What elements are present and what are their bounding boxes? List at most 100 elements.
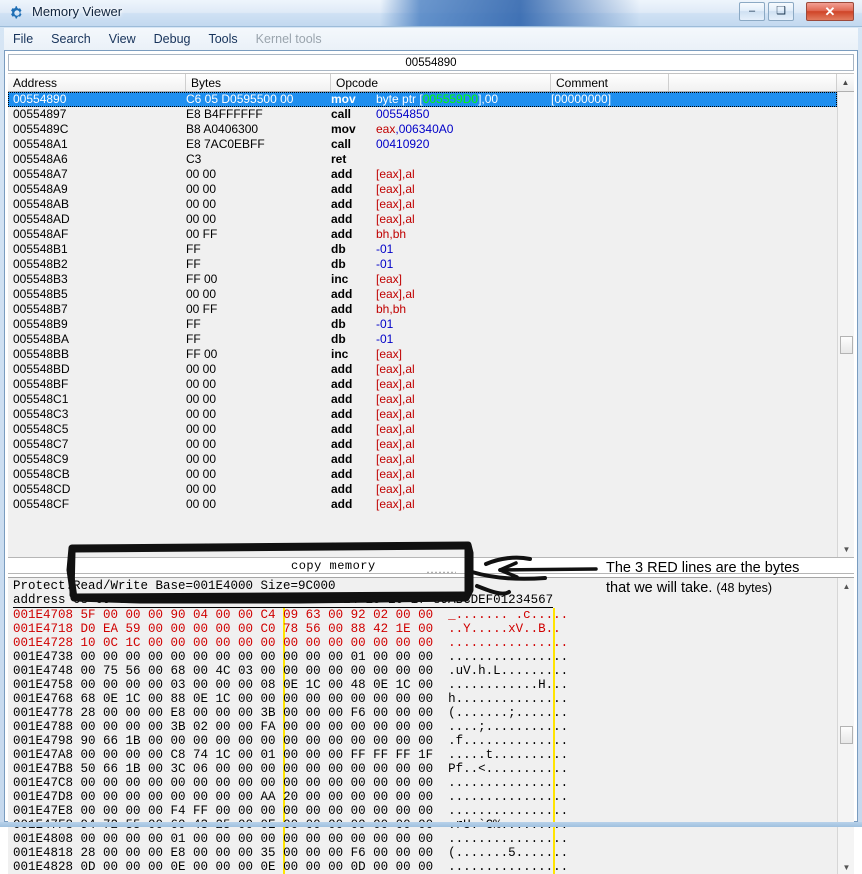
hex-row-ascii: ................ [448, 650, 569, 664]
disassembly-bytes: 00 00 [186, 212, 217, 226]
hex-row[interactable]: 001E4748 00 75 56 00 68 00 4C 03 00 00 0… [13, 664, 568, 678]
disassembly-comment [551, 257, 837, 272]
hex-row[interactable]: 001E47C8 00 00 00 00 00 00 00 00 00 00 0… [13, 776, 568, 790]
hex-row[interactable]: 001E4818 28 00 00 00 E8 00 00 00 35 00 0… [13, 846, 568, 860]
hex-row[interactable]: 001E47B8 50 66 1B 00 3C 06 00 00 00 00 0… [13, 762, 568, 776]
disassembly-row[interactable]: 005548B5 00 00 add [eax],al [8, 287, 837, 302]
disassembly-row[interactable]: 005548CF 00 00 add [eax],al [8, 497, 837, 512]
hex-row[interactable]: 001E4798 90 66 1B 00 00 00 00 00 00 00 0… [13, 734, 568, 748]
hex-row[interactable]: 001E4738 00 00 00 00 00 00 00 00 00 00 0… [13, 650, 568, 664]
disassembly-row[interactable]: 005548A7 00 00 add [eax],al [8, 167, 837, 182]
disassembly-row[interactable]: 005548BA FF db -01 [8, 332, 837, 347]
disassembly-operands: [eax] [376, 347, 403, 361]
hex-row[interactable]: 001E4808 00 00 00 00 01 00 00 00 00 00 0… [13, 832, 568, 846]
disassembly-row[interactable]: 005548A9 00 00 add [eax],al [8, 182, 837, 197]
column-header-address[interactable]: Address [8, 74, 186, 91]
disassembly-bytes: 00 00 [186, 467, 217, 481]
maximize-button[interactable]: ❑ [768, 2, 794, 21]
disassembly-row[interactable]: 005548C1 00 00 add [eax],al [8, 392, 837, 407]
disassembly-operands: -01 [376, 257, 394, 271]
disassembly-scrollbar[interactable]: ▼ [837, 92, 854, 557]
hex-row[interactable]: 001E47E8 00 00 00 00 F4 FF 00 00 00 00 0… [13, 804, 568, 818]
disassembly-mnemonic: add [331, 362, 353, 376]
disassembly-row[interactable]: 005548CB 00 00 add [eax],al [8, 467, 837, 482]
hex-scrollbar[interactable]: ▲ ▼ [837, 578, 854, 874]
menu-item-debug[interactable]: Debug [145, 30, 200, 48]
menu-item-file[interactable]: File [4, 30, 42, 48]
hex-row[interactable]: 001E47A8 00 00 00 00 C8 74 1C 00 01 00 0… [13, 748, 568, 762]
disassembly-comment [551, 467, 837, 482]
disassembly-address: 005548BD [13, 362, 70, 376]
disassembly-bytes: 00 FF [186, 227, 218, 241]
disassembly-row[interactable]: 005548B9 FF db -01 [8, 317, 837, 332]
hex-row[interactable]: 001E4728 10 0C 1C 00 00 00 00 00 00 00 0… [13, 636, 568, 650]
disassembly-address: 005548BB [13, 347, 70, 361]
column-header-bytes[interactable]: Bytes [186, 74, 331, 91]
disassembly-row[interactable]: 0055489C B8 A0406300 mov eax,006340A0 [8, 122, 837, 137]
column-header-comment[interactable]: Comment [551, 74, 669, 91]
menu-item-search[interactable]: Search [42, 30, 100, 48]
hex-scrollbar-thumb[interactable] [840, 726, 853, 744]
disassembly-row[interactable]: 005548BD 00 00 add [eax],al [8, 362, 837, 377]
hex-row[interactable]: 001E4788 00 00 00 00 3B 02 00 00 FA 00 0… [13, 720, 568, 734]
scroll-up-arrow-icon[interactable]: ▲ [836, 74, 854, 91]
disassembly-bytes: 00 00 [186, 197, 217, 211]
disassembly-address: 005548B1 [13, 242, 68, 256]
disassembly-bytes: E8 B4FFFFFF [186, 107, 263, 121]
disassembly-row[interactable]: 005548AB 00 00 add [eax],al [8, 197, 837, 212]
hex-row-bytes: 00 00 00 00 00 00 00 00 AA 20 00 00 00 0… [80, 790, 434, 804]
disassembly-row[interactable]: 005548B2 FF db -01 [8, 257, 837, 272]
hex-row[interactable]: 001E4768 68 0E 1C 00 88 0E 1C 00 00 00 0… [13, 692, 568, 706]
disassembly-row[interactable]: 005548C3 00 00 add [eax],al [8, 407, 837, 422]
client-area: 00554890 Address Bytes Opcode Comment ▲ … [4, 50, 858, 874]
disassembly-mnemonic: mov [331, 122, 356, 136]
column-header-extra[interactable] [669, 74, 854, 91]
disassembly-row[interactable]: 005548C5 00 00 add [eax],al [8, 422, 837, 437]
disassembly-row[interactable]: 005548A1 E8 7AC0EBFF call 00410920 [8, 137, 837, 152]
close-button[interactable]: ✕ [806, 2, 854, 21]
disassembly-comment [551, 377, 837, 392]
disassembly-row[interactable]: 005548B7 00 FF add bh,bh [8, 302, 837, 317]
disassembly-list[interactable]: 00554890 C6 05 D0595500 00 mov byte ptr [00… [8, 92, 854, 557]
disassembly-row[interactable]: 005548BB FF 00 inc [eax] [8, 347, 837, 362]
disassembly-row[interactable]: 005548A6 C3 ret [8, 152, 837, 167]
disassembly-address: 005548BA [13, 332, 70, 346]
address-bar-value: 00554890 [405, 56, 457, 69]
disassembly-row[interactable]: 005548C7 00 00 add [eax],al [8, 437, 837, 452]
copy-memory-label[interactable]: copy memory [291, 559, 376, 573]
hex-row[interactable]: 001E4718 D0 EA 59 00 00 00 00 00 C0 78 5… [13, 622, 568, 636]
hex-dump-panel[interactable]: Protect:Read/Write Base=001E4000 Size=9C… [8, 577, 854, 874]
disassembly-operands: [eax],al [376, 197, 415, 211]
menu-item-view[interactable]: View [100, 30, 145, 48]
disassembly-row[interactable]: 005548B3 FF 00 inc [eax] [8, 272, 837, 287]
column-header-opcode[interactable]: Opcode [331, 74, 551, 91]
disassembly-row[interactable]: 005548AD 00 00 add [eax],al [8, 212, 837, 227]
hex-row[interactable]: 001E4708 5F 00 00 00 90 04 00 00 C4 09 6… [13, 608, 568, 622]
address-bar[interactable]: 00554890 [8, 54, 854, 71]
disassembly-bytes: FF 00 [186, 272, 218, 286]
minimize-button[interactable]: – [739, 2, 765, 21]
disassembly-operands: -01 [376, 332, 394, 346]
disassembly-row[interactable]: 00554890 C6 05 D0595500 00 mov byte ptr [00… [8, 92, 837, 107]
disassembly-scrollbar-thumb[interactable] [840, 336, 853, 354]
hex-row[interactable]: 001E4828 0D 00 00 00 0E 00 00 00 0E 00 0… [13, 860, 568, 874]
disassembly-operands: bh,bh [376, 302, 407, 316]
hex-row[interactable]: 001E47D8 00 00 00 00 00 00 00 00 AA 20 0… [13, 790, 568, 804]
disassembly-row[interactable]: 005548B1 FF db -01 [8, 242, 837, 257]
disassembly-mnemonic: add [331, 422, 353, 436]
hex-row-address: 001E4708 [13, 608, 74, 622]
hex-row-ascii: h............... [448, 692, 569, 706]
hex-row[interactable]: 001E4778 28 00 00 00 E8 00 00 00 3B 00 0… [13, 706, 568, 720]
disassembly-row[interactable]: 00554897 E8 B4FFFFFF call 00554850 [8, 107, 837, 122]
disassembly-mnemonic: db [331, 242, 346, 256]
hex-row-bytes: 28 00 00 00 E8 00 00 00 35 00 00 00 F6 0… [80, 846, 434, 860]
disassembly-row[interactable]: 005548BF 00 00 add [eax],al [8, 377, 837, 392]
hex-row-bytes: 00 00 00 00 00 00 00 00 00 00 00 00 01 0… [80, 650, 434, 664]
hex-row[interactable]: 001E4758 00 00 00 00 03 00 00 00 08 0E 1… [13, 678, 568, 692]
menu-item-tools[interactable]: Tools [199, 30, 246, 48]
panel-splitter-grip[interactable] [426, 571, 456, 574]
disassembly-row[interactable]: 005548C9 00 00 add [eax],al [8, 452, 837, 467]
disassembly-bytes: 00 00 [186, 377, 217, 391]
disassembly-row[interactable]: 005548AF 00 FF add bh,bh [8, 227, 837, 242]
disassembly-row[interactable]: 005548CD 00 00 add [eax],al [8, 482, 837, 497]
